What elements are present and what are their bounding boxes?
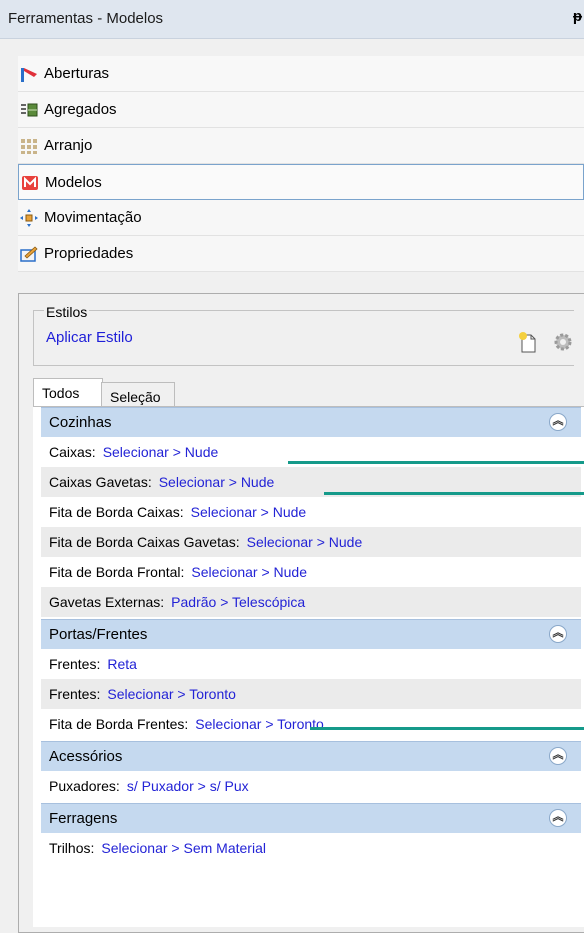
group-cozinhas: Cozinhas ︽ Caixas: Selecionar > Nude Caix… [41, 407, 581, 617]
group-title: Portas/Frentes [49, 626, 148, 643]
nav-item-label: Movimentação [44, 209, 142, 226]
property-row[interactable]: Fita de Borda Caixas: Selecionar > Nude [41, 497, 581, 527]
property-row[interactable]: Fita de Borda Caixas Gavetas: Selecionar … [41, 527, 581, 557]
property-label: Caixas: [49, 444, 96, 460]
property-value-link[interactable]: Padrão > Telescópica [171, 594, 305, 610]
nav-item-movimentacao[interactable]: Movimentação [18, 200, 584, 236]
nav-item-label: Aberturas [44, 65, 110, 82]
property-label: Trilhos: [49, 840, 95, 856]
nav-item-label: Propriedades [44, 245, 134, 262]
property-row[interactable]: Fita de Borda Frontal: Selecionar > Nude [41, 557, 581, 587]
aberturas-icon [21, 68, 37, 82]
group-portas-frentes: Portas/Frentes ︽ Frentes: Reta Frentes: Se… [41, 619, 581, 739]
agregados-icon [21, 103, 38, 117]
property-value-link[interactable]: s/ Puxador > s/ Pux [127, 778, 249, 794]
property-value-link[interactable]: Selecionar > Toronto [107, 686, 236, 702]
nav-item-agregados[interactable]: Agregados [18, 92, 584, 128]
new-style-icon[interactable] [518, 331, 538, 353]
property-label: Frentes: [49, 656, 101, 672]
group-title: Acessórios [49, 748, 123, 765]
nav-item-label: Modelos [45, 174, 102, 191]
collapse-icon[interactable]: ︽ [549, 625, 567, 643]
property-label: Fita de Borda Caixas: [49, 504, 184, 520]
gear-icon[interactable] [552, 331, 574, 353]
nav-item-aberturas[interactable]: Aberturas [18, 56, 584, 92]
property-label: Gavetas Externas: [49, 594, 165, 610]
window-title: Ferramentas - Modelos [8, 10, 164, 27]
nav-item-label: Agregados [44, 101, 117, 118]
nav-item-arranjo[interactable]: Arranjo [18, 128, 584, 164]
tab-content: Cozinhas ︽ Caixas: Selecionar > Nude Caix… [33, 406, 584, 927]
group-header[interactable]: Cozinhas ︽ [41, 407, 581, 437]
group-title: Cozinhas [49, 414, 112, 431]
group-header[interactable]: Portas/Frentes ︽ [41, 619, 581, 649]
property-row[interactable]: Fita de Borda Frentes: Selecionar > Toron… [41, 709, 581, 739]
callout-line [324, 492, 584, 495]
property-value-link[interactable]: Selecionar > Nude [191, 504, 307, 520]
property-value-link[interactable]: Selecionar > Nude [103, 444, 219, 460]
property-value-link[interactable]: Selecionar > Nude [159, 474, 275, 490]
arranjo-icon [21, 139, 37, 154]
pin-icon[interactable]: ᵽ [573, 8, 582, 25]
group-title: Ferragens [49, 810, 118, 827]
styles-groupbox: Estilos Aplicar Estilo [33, 304, 574, 366]
tab-selecao[interactable]: Seleção [101, 382, 175, 408]
nav-item-propriedades[interactable]: Propriedades [18, 236, 584, 272]
modelos-icon [22, 176, 38, 190]
property-row[interactable]: Frentes: Reta [41, 649, 581, 679]
group-header[interactable]: Acessórios ︽ [41, 741, 581, 771]
collapse-icon[interactable]: ︽ [549, 747, 567, 765]
nav-item-modelos[interactable]: Modelos [18, 164, 584, 200]
property-value-link[interactable]: Selecionar > Nude [247, 534, 363, 550]
nav-item-label: Arranjo [44, 137, 93, 154]
property-row[interactable]: Frentes: Selecionar > Toronto [41, 679, 581, 709]
group-acessorios: Acessórios ︽ Puxadores: s/ Puxador > s/ P… [41, 741, 581, 801]
tab-todos[interactable]: Todos [33, 378, 103, 408]
property-row[interactable]: Trilhos: Selecionar > Sem Material [41, 833, 581, 863]
property-row[interactable]: Gavetas Externas: Padrão > Telescópica [41, 587, 581, 617]
property-label: Fita de Borda Caixas Gavetas: [49, 534, 240, 550]
callout-line [310, 727, 584, 730]
group-ferragens: Ferragens ︽ Trilhos: Selecionar > Sem Mat… [41, 803, 581, 863]
propriedades-icon [20, 246, 38, 262]
property-row[interactable]: Puxadores: s/ Puxador > s/ Pux [41, 771, 581, 801]
property-label: Fita de Borda Frontal: [49, 564, 185, 580]
property-value-link[interactable]: Reta [107, 656, 137, 672]
property-label: Fita de Borda Frentes: [49, 716, 189, 732]
model-panel: Estilos Aplicar Estilo Todos Seleção Coz… [18, 293, 584, 933]
property-label: Caixas Gavetas: [49, 474, 152, 490]
property-value-link[interactable]: Selecionar > Nude [191, 564, 307, 580]
collapse-icon[interactable]: ︽ [549, 809, 567, 827]
title-bar: Ferramentas - Modelos ᵽ [0, 0, 584, 39]
styles-legend: Estilos [44, 304, 90, 320]
collapse-icon[interactable]: ︽ [549, 413, 567, 431]
apply-style-link[interactable]: Aplicar Estilo [46, 329, 133, 346]
property-value-link[interactable]: Selecionar > Toronto [195, 716, 324, 732]
property-label: Frentes: [49, 686, 101, 702]
movimentacao-icon [20, 209, 38, 227]
property-value-link[interactable]: Selecionar > Sem Material [101, 840, 266, 856]
tools-nav-list: Aberturas Agregados Arranjo Modelos Movi… [18, 56, 584, 272]
property-label: Puxadores: [49, 778, 120, 794]
callout-line [288, 461, 584, 464]
group-header[interactable]: Ferragens ︽ [41, 803, 581, 833]
